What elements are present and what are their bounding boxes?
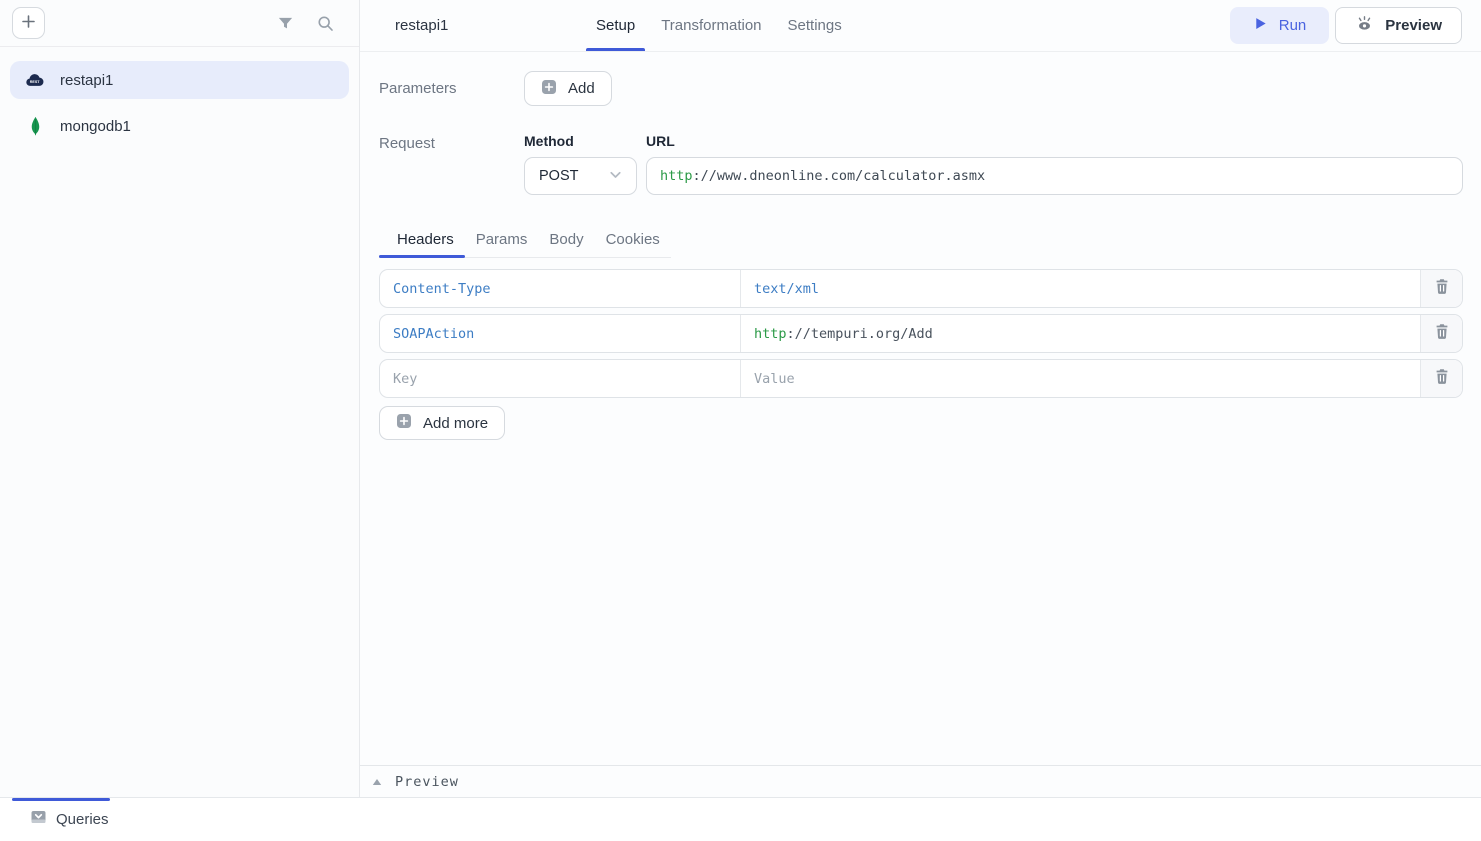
- url-group: URL http://www.dneonline.com/calculator.…: [646, 133, 1463, 195]
- header-actions: Run Preview: [1230, 0, 1462, 51]
- app-window: REST restapi1 mongodb1 restapi1 Setup T: [0, 0, 1481, 841]
- main-tabs: Setup Transformation Settings: [586, 0, 852, 51]
- setup-content: Parameters Add Request Method: [360, 52, 1481, 765]
- add-more-wrap: Add more: [379, 406, 1463, 440]
- search-icon[interactable]: [315, 13, 335, 33]
- subtab-headers[interactable]: Headers: [379, 222, 465, 257]
- url-rest: ://www.dneonline.com/calculator.asmx: [693, 168, 986, 184]
- header-value-field[interactable]: http://tempuri.org/Add: [741, 315, 1421, 352]
- value-scheme: http: [754, 326, 787, 342]
- delete-row-button[interactable]: [1421, 360, 1462, 397]
- trash-icon: [1434, 368, 1450, 390]
- subtab-body[interactable]: Body: [538, 222, 594, 257]
- active-bottom-tab-indicator: [12, 798, 110, 801]
- parameters-row: Parameters Add: [379, 71, 1463, 106]
- run-button[interactable]: Run: [1230, 7, 1330, 44]
- header-key-input[interactable]: [380, 371, 740, 387]
- filter-icon[interactable]: [275, 13, 295, 33]
- chevron-down-icon: [607, 166, 624, 187]
- delete-row-button[interactable]: [1421, 315, 1462, 352]
- headers-table: Content-Type text/xml SOAPAction http://…: [379, 269, 1463, 398]
- method-label: Method: [524, 133, 637, 149]
- sidebar-item-restapi1[interactable]: REST restapi1: [10, 61, 349, 99]
- header-key-field[interactable]: SOAPAction: [380, 315, 741, 352]
- mongodb-leaf-icon: [24, 114, 46, 138]
- main-header: restapi1 Setup Transformation Settings R…: [360, 0, 1481, 52]
- value-rest: ://tempuri.org/Add: [787, 326, 933, 342]
- app-body: REST restapi1 mongodb1 restapi1 Setup T: [0, 0, 1481, 797]
- rest-api-cloud-icon: REST: [24, 73, 46, 88]
- header-row-3: [379, 359, 1463, 398]
- sidebar-item-label: mongodb1: [60, 118, 131, 135]
- preview-panel-toggle[interactable]: Preview: [360, 765, 1481, 797]
- play-icon: [1253, 16, 1268, 35]
- preview-panel-label: Preview: [395, 774, 459, 790]
- method-select[interactable]: POST: [524, 157, 637, 195]
- run-button-label: Run: [1279, 17, 1307, 34]
- eye-icon: [1355, 15, 1374, 36]
- header-value-field: [741, 360, 1421, 397]
- trash-icon: [1434, 323, 1450, 345]
- sidebar: REST restapi1 mongodb1: [0, 0, 360, 797]
- preview-button[interactable]: Preview: [1335, 7, 1462, 44]
- bottom-tab-queries[interactable]: Queries: [56, 811, 109, 828]
- request-fields: Method POST URL http://www.dne: [524, 133, 1463, 195]
- add-more-button[interactable]: Add more: [379, 406, 505, 440]
- header-value-field[interactable]: text/xml: [741, 270, 1421, 307]
- bottom-bar: Queries: [0, 797, 1481, 841]
- preview-button-label: Preview: [1385, 17, 1442, 34]
- delete-row-button[interactable]: [1421, 270, 1462, 307]
- request-subtabs: Headers Params Body Cookies: [379, 222, 671, 258]
- url-input[interactable]: http://www.dneonline.com/calculator.asmx: [646, 157, 1463, 195]
- plus-square-icon: [396, 413, 412, 433]
- queries-tray-icon: [30, 809, 47, 830]
- main-panel: restapi1 Setup Transformation Settings R…: [360, 0, 1481, 797]
- query-list: REST restapi1 mongodb1: [0, 47, 359, 159]
- parameters-label: Parameters: [379, 71, 524, 106]
- sidebar-item-label: restapi1: [60, 72, 113, 89]
- request-row: Request Method POST URL: [379, 133, 1463, 195]
- header-row-1: Content-Type text/xml: [379, 269, 1463, 308]
- plus-icon: [21, 14, 36, 32]
- add-parameter-label: Add: [568, 80, 595, 97]
- tab-settings[interactable]: Settings: [778, 0, 852, 51]
- add-more-label: Add more: [423, 415, 488, 432]
- sidebar-item-mongodb1[interactable]: mongodb1: [10, 107, 349, 145]
- url-label: URL: [646, 133, 1463, 149]
- request-label: Request: [379, 133, 524, 195]
- method-selected-value: POST: [539, 168, 578, 184]
- add-parameter-button[interactable]: Add: [524, 71, 612, 106]
- sidebar-header: [0, 0, 359, 47]
- add-query-button[interactable]: [12, 7, 45, 39]
- tab-transformation[interactable]: Transformation: [651, 0, 771, 51]
- tab-setup[interactable]: Setup: [586, 0, 645, 51]
- method-group: Method POST: [524, 133, 637, 195]
- header-key-field[interactable]: Content-Type: [380, 270, 741, 307]
- page-title: restapi1: [395, 0, 586, 51]
- header-value-input[interactable]: [741, 371, 1420, 387]
- svg-text:REST: REST: [30, 80, 41, 84]
- header-key-field: [380, 360, 741, 397]
- plus-square-icon: [541, 79, 557, 99]
- subtab-params[interactable]: Params: [465, 222, 539, 257]
- trash-icon: [1434, 278, 1450, 300]
- caret-up-icon: [372, 773, 382, 791]
- subtab-cookies[interactable]: Cookies: [595, 222, 671, 257]
- url-scheme: http: [660, 168, 693, 184]
- header-row-2: SOAPAction http://tempuri.org/Add: [379, 314, 1463, 353]
